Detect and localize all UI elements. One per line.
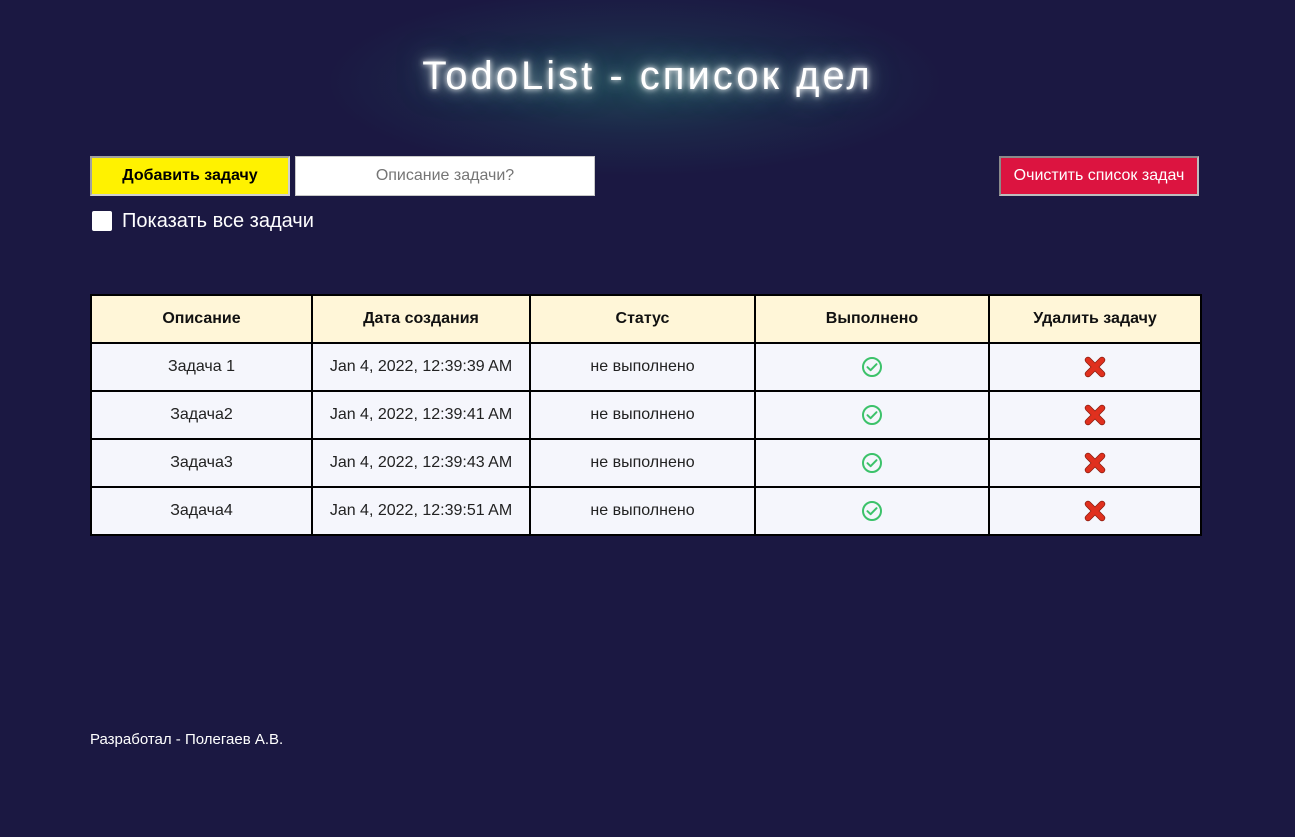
task-delete-cell xyxy=(988,342,1202,392)
task-created-date: Jan 4, 2022, 12:39:43 AM xyxy=(311,438,531,488)
task-done-cell xyxy=(754,342,990,392)
task-description: Задача 1 xyxy=(90,342,313,392)
check-circle-icon[interactable] xyxy=(861,500,883,522)
table-row: Задача2 Jan 4, 2022, 12:39:41 AM не выпо… xyxy=(90,390,1202,440)
task-created-date: Jan 4, 2022, 12:39:41 AM xyxy=(311,390,531,440)
task-description: Задача3 xyxy=(90,438,313,488)
check-circle-icon[interactable] xyxy=(861,404,883,426)
task-done-cell xyxy=(754,486,990,536)
task-status: не выполнено xyxy=(529,438,756,488)
column-header-status: Статус xyxy=(529,294,756,344)
task-delete-cell xyxy=(988,390,1202,440)
cross-icon[interactable] xyxy=(1084,404,1106,426)
table-row: Задача4 Jan 4, 2022, 12:39:51 AM не выпо… xyxy=(90,486,1202,536)
check-circle-icon[interactable] xyxy=(861,356,883,378)
add-task-button[interactable]: Добавить задачу xyxy=(90,156,290,196)
page-title: TodoList - список дел xyxy=(422,54,873,98)
table-header-row: Описание Дата создания Статус Выполнено … xyxy=(90,294,1202,344)
task-description: Задача2 xyxy=(90,390,313,440)
column-header-delete: Удалить задачу xyxy=(988,294,1202,344)
task-delete-cell xyxy=(988,486,1202,536)
clear-tasks-button[interactable]: Очистить список задач xyxy=(999,156,1199,196)
task-status: не выполнено xyxy=(529,342,756,392)
task-description: Задача4 xyxy=(90,486,313,536)
table-row: Задача3 Jan 4, 2022, 12:39:43 AM не выпо… xyxy=(90,438,1202,488)
task-done-cell xyxy=(754,390,990,440)
show-all-checkbox[interactable] xyxy=(92,211,112,231)
cross-icon[interactable] xyxy=(1084,500,1106,522)
cross-icon[interactable] xyxy=(1084,452,1106,474)
check-circle-icon[interactable] xyxy=(861,452,883,474)
task-created-date: Jan 4, 2022, 12:39:51 AM xyxy=(311,486,531,536)
column-header-description: Описание xyxy=(90,294,313,344)
cross-icon[interactable] xyxy=(1084,356,1106,378)
show-all-label: Показать все задачи xyxy=(122,210,314,232)
column-header-done: Выполнено xyxy=(754,294,990,344)
task-created-date: Jan 4, 2022, 12:39:39 AM xyxy=(311,342,531,392)
table-row: Задача 1 Jan 4, 2022, 12:39:39 AM не вып… xyxy=(90,342,1202,392)
tasks-table: Описание Дата создания Статус Выполнено … xyxy=(90,294,1202,536)
task-description-input[interactable] xyxy=(295,156,595,196)
column-header-created: Дата создания xyxy=(311,294,531,344)
task-status: не выполнено xyxy=(529,486,756,536)
task-delete-cell xyxy=(988,438,1202,488)
task-done-cell xyxy=(754,438,990,488)
footer-credits: Разработал - Полегаев А.В. xyxy=(90,731,284,748)
show-all-toggle[interactable]: Показать все задачи xyxy=(92,209,314,233)
task-status: не выполнено xyxy=(529,390,756,440)
